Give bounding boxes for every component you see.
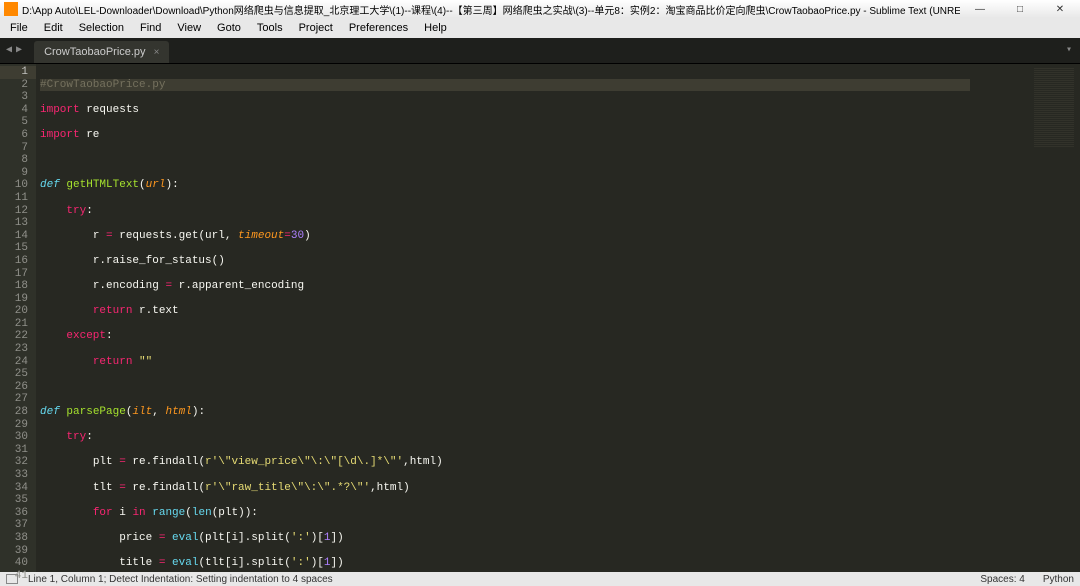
code-area[interactable]: #CrowTaobaoPrice.py import requests impo… bbox=[36, 64, 970, 572]
menu-find[interactable]: Find bbox=[132, 22, 169, 34]
minimap-preview bbox=[1034, 68, 1074, 148]
nav-forward-icon[interactable]: ▶ bbox=[16, 44, 22, 56]
code-comment: #CrowTaobaoPrice.py bbox=[40, 79, 165, 91]
minimap[interactable] bbox=[970, 64, 1080, 572]
menu-view[interactable]: View bbox=[169, 22, 209, 34]
menu-goto[interactable]: Goto bbox=[209, 22, 249, 34]
menu-tools[interactable]: Tools bbox=[249, 22, 291, 34]
tab-file[interactable]: CrowTaobaoPrice.py × bbox=[34, 41, 169, 63]
tab-bar: ◀ ▶ CrowTaobaoPrice.py × ▾ bbox=[0, 38, 1080, 64]
nav-back-icon[interactable]: ◀ bbox=[6, 44, 12, 56]
statusbar: Line 1, Column 1; Detect Indentation: Se… bbox=[0, 572, 1080, 586]
menu-edit[interactable]: Edit bbox=[36, 22, 71, 34]
tab-label: CrowTaobaoPrice.py bbox=[44, 46, 146, 58]
line-gutter: 1234567891011121314151617181920212223242… bbox=[0, 64, 36, 572]
close-button[interactable]: ✕ bbox=[1040, 0, 1080, 18]
status-indent[interactable]: Spaces: 4 bbox=[980, 574, 1024, 585]
status-language[interactable]: Python bbox=[1043, 574, 1074, 585]
titlebar: D:\App Auto\LEL-Downloader\Download\Pyth… bbox=[0, 0, 1080, 18]
tab-overflow-icon[interactable]: ▾ bbox=[1066, 44, 1072, 56]
menubar: File Edit Selection Find View Goto Tools… bbox=[0, 18, 1080, 38]
maximize-button[interactable]: □ bbox=[1000, 0, 1040, 18]
menu-selection[interactable]: Selection bbox=[71, 22, 132, 34]
menu-preferences[interactable]: Preferences bbox=[341, 22, 416, 34]
menu-help[interactable]: Help bbox=[416, 22, 455, 34]
app-icon bbox=[4, 2, 18, 16]
editor[interactable]: 1234567891011121314151617181920212223242… bbox=[0, 64, 1080, 572]
status-left-text: Line 1, Column 1; Detect Indentation: Se… bbox=[28, 574, 333, 585]
window-title: D:\App Auto\LEL-Downloader\Download\Pyth… bbox=[22, 2, 960, 17]
tab-close-icon[interactable]: × bbox=[154, 47, 160, 58]
minimize-button[interactable]: — bbox=[960, 0, 1000, 18]
menu-file[interactable]: File bbox=[2, 22, 36, 34]
menu-project[interactable]: Project bbox=[291, 22, 341, 34]
